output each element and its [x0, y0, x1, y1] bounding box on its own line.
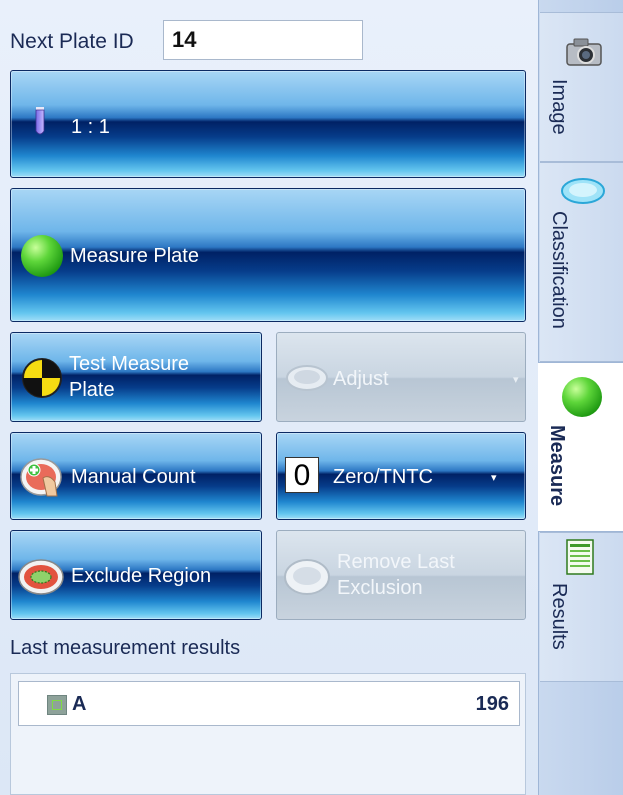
test-target-icon [22, 358, 62, 398]
petri-dish-icon [561, 178, 605, 204]
tab-classification[interactable]: Classification [540, 162, 623, 362]
exclude-region-label: Exclude Region [71, 565, 212, 587]
tab-measure-label: Measure [546, 425, 568, 507]
tab-image-label: Image [548, 79, 570, 135]
green-ball-icon [562, 377, 602, 417]
test-measure-plate-button[interactable]: Test Measure Plate [10, 332, 262, 422]
manual-count-label: Manual Count [71, 466, 196, 488]
results-list: A 196 [10, 673, 526, 795]
zero-digit-icon: 0 [285, 457, 319, 493]
tab-measure[interactable]: Measure [538, 362, 623, 532]
manual-count-icon [20, 458, 62, 497]
measure-panel: Next Plate ID 14 1 : 1 Measure Plate Tes… [0, 0, 538, 795]
tab-results[interactable]: Results [540, 532, 623, 682]
result-label: A [72, 693, 87, 715]
result-row[interactable]: A 196 [18, 681, 520, 726]
remove-last-label-line2: Exclusion [337, 577, 423, 599]
test-tube-icon [35, 107, 45, 135]
petri-dish-icon [286, 365, 328, 391]
dropdown-arrow-icon: ▾ [491, 472, 497, 484]
test-measure-label-line2: Plate [69, 379, 115, 401]
spreadsheet-icon [566, 539, 594, 575]
zero-tntc-label: Zero/TNTC [333, 466, 433, 488]
petri-dish-icon [284, 559, 330, 595]
remove-last-exclusion-button[interactable]: Remove Last Exclusion [276, 530, 526, 620]
test-measure-label-line1: Test Measure [69, 353, 190, 375]
tab-image[interactable]: Image [540, 12, 623, 162]
measure-plate-label: Measure Plate [70, 245, 199, 267]
camera-icon [566, 38, 602, 66]
dilution-label: 1 : 1 [71, 116, 110, 138]
zero-tntc-dropdown[interactable]: 0 Zero/TNTC ▾ [276, 432, 526, 520]
result-value: 196 [475, 693, 509, 715]
green-ball-icon [21, 235, 63, 277]
dilution-button[interactable]: 1 : 1 [10, 70, 526, 178]
class-swatch-icon [47, 695, 67, 715]
exclude-region-button[interactable]: Exclude Region [10, 530, 262, 620]
remove-last-label-line1: Remove Last [337, 551, 455, 573]
last-results-title: Last measurement results [10, 637, 241, 659]
adjust-label: Adjust [333, 368, 389, 390]
dropdown-arrow-icon: ▾ [513, 374, 519, 386]
tab-results-label: Results [548, 583, 570, 650]
next-plate-id-label: Next Plate ID [10, 30, 134, 53]
next-plate-id-input[interactable]: 14 [163, 20, 363, 60]
adjust-dropdown[interactable]: Adjust ▾ [276, 332, 526, 422]
manual-count-button[interactable]: Manual Count [10, 432, 262, 520]
measure-plate-button[interactable]: Measure Plate [10, 188, 526, 322]
tab-classification-label: Classification [548, 211, 570, 329]
exclude-region-icon [18, 559, 64, 595]
